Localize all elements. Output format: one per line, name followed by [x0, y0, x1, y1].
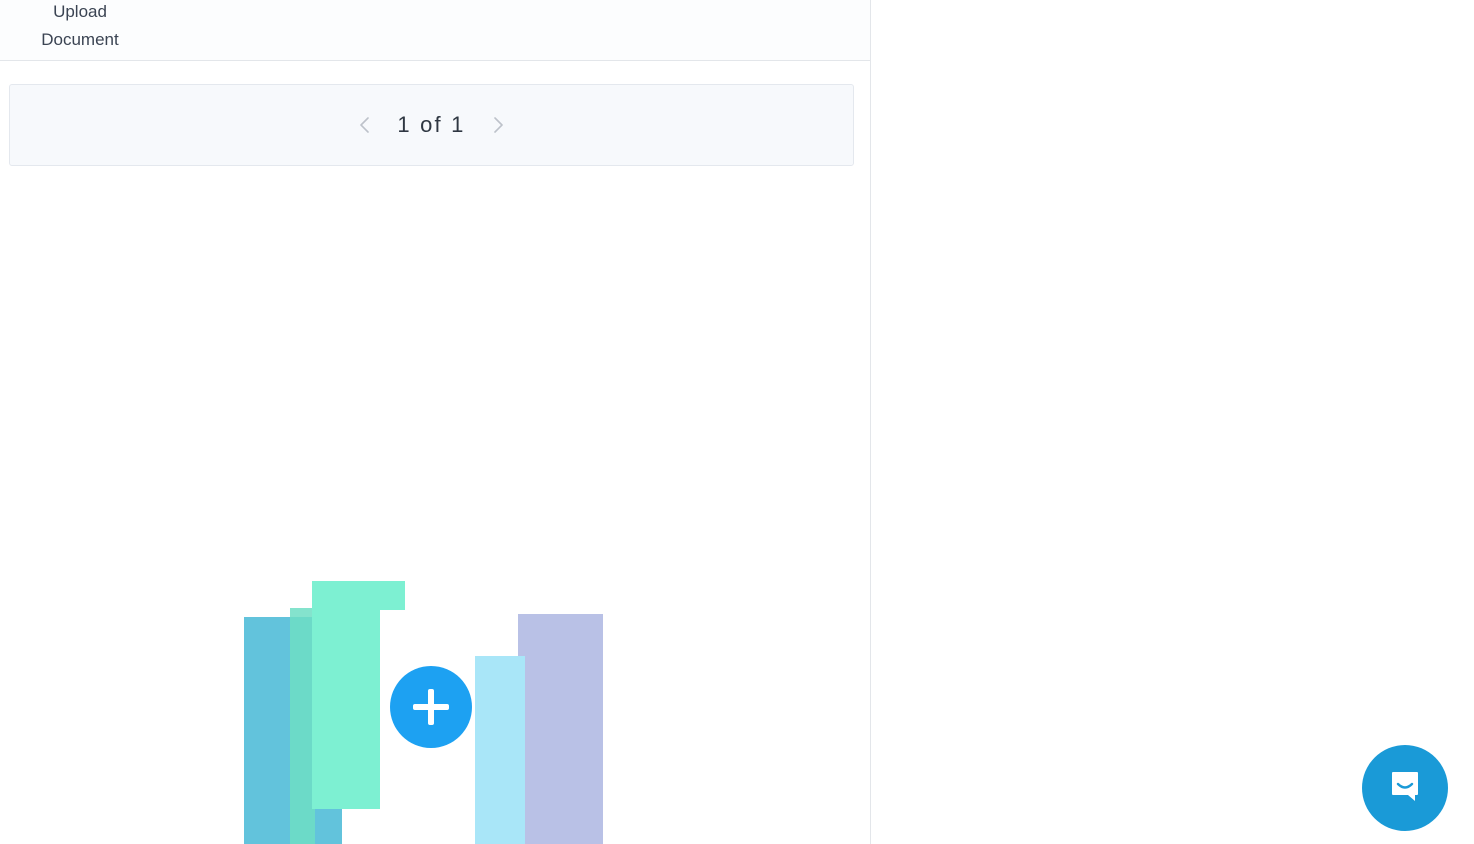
intercom-launcher-button[interactable] — [1362, 745, 1448, 831]
document-preview-panel: Upload Document 1 of 1 — [0, 0, 871, 844]
upload-label-line2: Document — [41, 30, 119, 49]
expense-form-panel: Date 30/04/2020 Country IE — [871, 0, 1474, 844]
document-pager-bar: 1 of 1 — [9, 84, 854, 166]
expense-entry-screen: Upload Document 1 of 1 — [0, 0, 1474, 844]
illustration-bar-purple — [518, 614, 603, 844]
chevron-right-icon[interactable] — [488, 115, 508, 135]
plus-icon[interactable] — [390, 666, 472, 748]
illustration-bar-sky — [475, 656, 525, 844]
upload-label-line1: Upload — [53, 2, 107, 21]
upload-document-label: Upload Document — [20, 0, 140, 54]
document-pager: 1 of 1 — [355, 112, 507, 138]
chevron-left-icon[interactable] — [355, 115, 375, 135]
upload-header: Upload Document — [0, 0, 870, 61]
chat-bubble-icon — [1383, 764, 1427, 813]
upload-illustration — [230, 570, 630, 844]
pager-text: 1 of 1 — [397, 112, 466, 137]
